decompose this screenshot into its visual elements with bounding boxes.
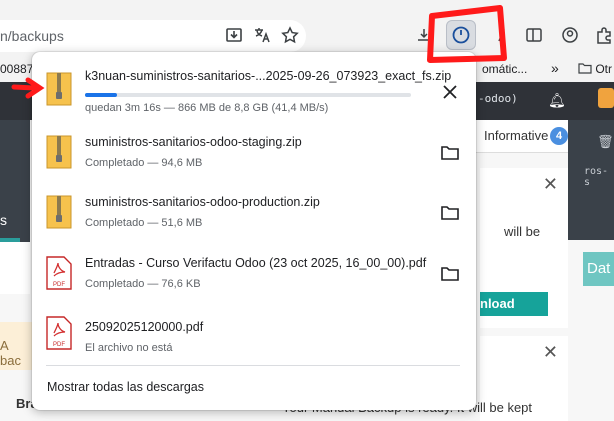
tab-informative[interactable]: Informative 4 <box>476 120 568 153</box>
address-text: n/backups <box>0 28 64 44</box>
download-to-tray-icon[interactable] <box>222 23 246 47</box>
folder-icon <box>578 63 592 74</box>
download-item[interactable]: suministros-sanitarios-odoo-staging.zip … <box>32 121 476 181</box>
download-filename[interactable]: 25092025120000.pdf <box>85 320 203 334</box>
download-filename[interactable]: suministros-sanitarios-odoo-production.z… <box>85 195 320 209</box>
download-progress-fill <box>85 93 117 97</box>
extensions-icon[interactable] <box>412 23 436 47</box>
zip-file-icon <box>46 72 72 106</box>
download-status: quedan 3m 16s — 866 MB de 8,8 GB (41,4 M… <box>85 102 329 114</box>
left-content <box>0 242 30 294</box>
sidebar-icon[interactable] <box>522 23 546 47</box>
svg-text:PDF: PDF <box>53 282 65 288</box>
download-status: Completado — 51,6 MB <box>85 217 203 229</box>
profile-icon[interactable] <box>558 23 582 47</box>
left-panel-text: s <box>0 212 7 228</box>
backup-alert: A bac <box>0 322 32 370</box>
bookmark-folder-label: Otr <box>595 62 613 76</box>
tab-informative-label: Informative <box>484 128 549 143</box>
pdf-file-icon: PDF <box>46 316 72 350</box>
zip-file-icon <box>46 135 72 169</box>
show-all-downloads-link[interactable]: Mostrar todas las descargas <box>47 380 204 394</box>
download-backup-button[interactable]: nload <box>480 292 548 316</box>
chevron-double-icon[interactable]: » <box>551 60 559 76</box>
bell-icon[interactable]: 🔔︎ <box>548 92 566 109</box>
bookmark-item[interactable]: 00887 <box>0 62 33 76</box>
svg-text:PDF: PDF <box>53 342 65 348</box>
download-item[interactable]: suministros-sanitarios-odoo-production.z… <box>32 181 476 241</box>
database-chip[interactable]: -odoo) <box>478 92 518 105</box>
download-filename[interactable]: k3nuan-suministros-sanitarios-...2025-09… <box>85 69 451 83</box>
dat-button[interactable]: Dat <box>583 252 614 286</box>
bookmark-item[interactable]: omátic... <box>482 62 527 76</box>
close-icon[interactable]: ✕ <box>543 174 558 195</box>
star-icon[interactable] <box>278 23 302 47</box>
downloads-popup: k3nuan-suministros-sanitarios-...2025-09… <box>32 52 476 410</box>
folder-icon[interactable] <box>440 264 460 284</box>
download-filename[interactable]: suministros-sanitarios-odoo-staging.zip <box>85 135 302 149</box>
download-status: Completado — 76,6 KB <box>85 278 201 290</box>
notification-text: will be <box>504 224 541 239</box>
download-status: Completado — 94,6 MB <box>85 157 203 169</box>
trash-icon[interactable]: 🗑︎ <box>597 134 614 150</box>
download-status: El archivo no está <box>85 342 173 354</box>
download-backup-label: nload <box>480 296 515 311</box>
folder-icon[interactable] <box>440 203 460 223</box>
cancel-icon[interactable] <box>440 82 460 102</box>
right-panel-text: ros-s <box>584 166 609 188</box>
download-item[interactable]: k3nuan-suministros-sanitarios-...2025-09… <box>32 58 476 118</box>
divider <box>46 365 460 366</box>
backup-alert-text: A bac <box>0 338 21 368</box>
download-progress-icon[interactable] <box>446 20 476 50</box>
download-item[interactable]: PDF Entradas - Curso Verifactu Odoo (23 … <box>32 242 476 302</box>
dat-button-label: Dat <box>587 260 611 277</box>
download-item[interactable]: PDF 25092025120000.pdf El archivo no est… <box>32 302 476 362</box>
count-badge: 4 <box>550 127 568 145</box>
download-progress-bar <box>85 93 411 97</box>
bookmark-folder[interactable]: Otr <box>578 62 612 76</box>
puzzle-icon[interactable] <box>592 23 614 47</box>
pdf-file-icon: PDF <box>46 256 72 290</box>
zip-file-icon <box>46 195 72 229</box>
reading-icon[interactable] <box>492 23 516 47</box>
browser-toolbar: n/backups <box>0 0 614 58</box>
download-filename[interactable]: Entradas - Curso Verifactu Odoo (23 oct … <box>85 256 426 270</box>
translate-icon[interactable] <box>250 23 274 47</box>
close-icon[interactable]: ✕ <box>543 342 558 363</box>
folder-icon[interactable] <box>440 143 460 163</box>
avatar[interactable] <box>598 88 614 108</box>
